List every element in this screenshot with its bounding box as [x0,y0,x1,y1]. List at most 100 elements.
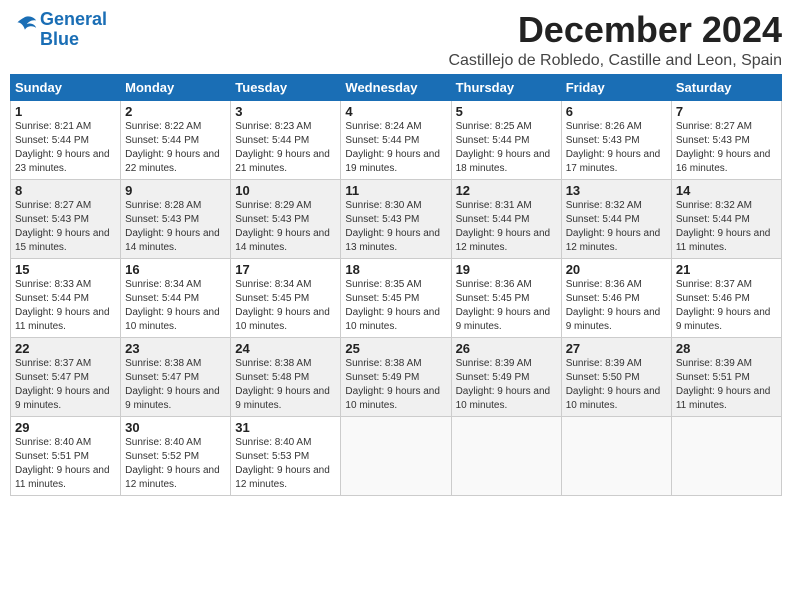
sunrise-label: Sunrise: 8:34 AM [125,279,201,290]
sunset-label: Sunset: 5:45 PM [456,293,530,304]
logo-text: General Blue [40,10,107,50]
calendar-cell: 23 Sunrise: 8:38 AM Sunset: 5:47 PM Dayl… [121,337,231,416]
sunset-label: Sunset: 5:49 PM [345,372,419,383]
day-info: Sunrise: 8:40 AM Sunset: 5:52 PM Dayligh… [125,436,226,492]
calendar-cell: 7 Sunrise: 8:27 AM Sunset: 5:43 PM Dayli… [671,100,781,179]
sunrise-label: Sunrise: 8:37 AM [15,358,91,369]
day-number: 16 [125,262,226,277]
calendar-week-row: 8 Sunrise: 8:27 AM Sunset: 5:43 PM Dayli… [11,179,782,258]
sunrise-label: Sunrise: 8:38 AM [235,358,311,369]
calendar-cell: 28 Sunrise: 8:39 AM Sunset: 5:51 PM Dayl… [671,337,781,416]
day-info: Sunrise: 8:33 AM Sunset: 5:44 PM Dayligh… [15,278,116,334]
calendar-cell: 31 Sunrise: 8:40 AM Sunset: 5:53 PM Dayl… [231,416,341,495]
logo-line1: General [40,9,107,29]
calendar-cell: 11 Sunrise: 8:30 AM Sunset: 5:43 PM Dayl… [341,179,451,258]
calendar-cell: 15 Sunrise: 8:33 AM Sunset: 5:44 PM Dayl… [11,258,121,337]
sunset-label: Sunset: 5:44 PM [345,135,419,146]
title-block: December 2024 Castillejo de Robledo, Cas… [448,10,782,70]
calendar-cell: 30 Sunrise: 8:40 AM Sunset: 5:52 PM Dayl… [121,416,231,495]
day-number: 20 [566,262,667,277]
day-info: Sunrise: 8:38 AM Sunset: 5:47 PM Dayligh… [125,357,226,413]
calendar-cell [561,416,671,495]
sunrise-label: Sunrise: 8:27 AM [676,121,752,132]
day-number: 4 [345,104,446,119]
calendar-header-sunday: Sunday [11,74,121,100]
day-number: 27 [566,341,667,356]
calendar-cell: 29 Sunrise: 8:40 AM Sunset: 5:51 PM Dayl… [11,416,121,495]
calendar-cell: 10 Sunrise: 8:29 AM Sunset: 5:43 PM Dayl… [231,179,341,258]
sunrise-label: Sunrise: 8:34 AM [235,279,311,290]
daylight-label: Daylight: 9 hours and 14 minutes. [125,228,220,253]
day-info: Sunrise: 8:37 AM Sunset: 5:47 PM Dayligh… [15,357,116,413]
calendar-cell: 24 Sunrise: 8:38 AM Sunset: 5:48 PM Dayl… [231,337,341,416]
daylight-label: Daylight: 9 hours and 9 minutes. [676,307,771,332]
sunset-label: Sunset: 5:48 PM [235,372,309,383]
calendar-cell: 20 Sunrise: 8:36 AM Sunset: 5:46 PM Dayl… [561,258,671,337]
location-title: Castillejo de Robledo, Castille and Leon… [448,52,782,70]
day-info: Sunrise: 8:32 AM Sunset: 5:44 PM Dayligh… [566,199,667,255]
day-info: Sunrise: 8:21 AM Sunset: 5:44 PM Dayligh… [15,120,116,176]
daylight-label: Daylight: 9 hours and 22 minutes. [125,149,220,174]
daylight-label: Daylight: 9 hours and 23 minutes. [15,149,110,174]
calendar-cell: 6 Sunrise: 8:26 AM Sunset: 5:43 PM Dayli… [561,100,671,179]
day-number: 29 [15,420,116,435]
calendar-cell: 25 Sunrise: 8:38 AM Sunset: 5:49 PM Dayl… [341,337,451,416]
sunrise-label: Sunrise: 8:26 AM [566,121,642,132]
day-info: Sunrise: 8:31 AM Sunset: 5:44 PM Dayligh… [456,199,557,255]
calendar-cell: 1 Sunrise: 8:21 AM Sunset: 5:44 PM Dayli… [11,100,121,179]
sunrise-label: Sunrise: 8:38 AM [345,358,421,369]
daylight-label: Daylight: 9 hours and 11 minutes. [15,307,110,332]
day-info: Sunrise: 8:36 AM Sunset: 5:46 PM Dayligh… [566,278,667,334]
sunset-label: Sunset: 5:44 PM [15,293,89,304]
daylight-label: Daylight: 9 hours and 10 minutes. [456,386,551,411]
daylight-label: Daylight: 9 hours and 12 minutes. [125,465,220,490]
day-number: 2 [125,104,226,119]
day-info: Sunrise: 8:26 AM Sunset: 5:43 PM Dayligh… [566,120,667,176]
sunrise-label: Sunrise: 8:31 AM [456,200,532,211]
sunset-label: Sunset: 5:44 PM [235,135,309,146]
daylight-label: Daylight: 9 hours and 9 minutes. [566,307,661,332]
daylight-label: Daylight: 9 hours and 9 minutes. [456,307,551,332]
sunset-label: Sunset: 5:45 PM [345,293,419,304]
day-info: Sunrise: 8:30 AM Sunset: 5:43 PM Dayligh… [345,199,446,255]
day-info: Sunrise: 8:28 AM Sunset: 5:43 PM Dayligh… [125,199,226,255]
sunrise-label: Sunrise: 8:22 AM [125,121,201,132]
calendar-cell [451,416,561,495]
day-number: 6 [566,104,667,119]
daylight-label: Daylight: 9 hours and 10 minutes. [235,307,330,332]
day-number: 7 [676,104,777,119]
day-number: 17 [235,262,336,277]
sunrise-label: Sunrise: 8:32 AM [566,200,642,211]
sunrise-label: Sunrise: 8:36 AM [566,279,642,290]
day-info: Sunrise: 8:38 AM Sunset: 5:48 PM Dayligh… [235,357,336,413]
daylight-label: Daylight: 9 hours and 12 minutes. [566,228,661,253]
sunrise-label: Sunrise: 8:35 AM [345,279,421,290]
day-number: 24 [235,341,336,356]
day-number: 30 [125,420,226,435]
day-number: 12 [456,183,557,198]
month-title: December 2024 [448,10,782,50]
sunset-label: Sunset: 5:52 PM [125,451,199,462]
calendar-cell [341,416,451,495]
sunset-label: Sunset: 5:44 PM [566,214,640,225]
day-number: 23 [125,341,226,356]
day-number: 31 [235,420,336,435]
calendar-week-row: 22 Sunrise: 8:37 AM Sunset: 5:47 PM Dayl… [11,337,782,416]
sunrise-label: Sunrise: 8:39 AM [456,358,532,369]
sunset-label: Sunset: 5:53 PM [235,451,309,462]
daylight-label: Daylight: 9 hours and 10 minutes. [345,307,440,332]
sunrise-label: Sunrise: 8:29 AM [235,200,311,211]
sunrise-label: Sunrise: 8:39 AM [676,358,752,369]
daylight-label: Daylight: 9 hours and 21 minutes. [235,149,330,174]
day-info: Sunrise: 8:39 AM Sunset: 5:49 PM Dayligh… [456,357,557,413]
day-number: 28 [676,341,777,356]
sunset-label: Sunset: 5:51 PM [676,372,750,383]
calendar-week-row: 29 Sunrise: 8:40 AM Sunset: 5:51 PM Dayl… [11,416,782,495]
sunset-label: Sunset: 5:43 PM [125,214,199,225]
sunset-label: Sunset: 5:43 PM [235,214,309,225]
calendar-cell: 26 Sunrise: 8:39 AM Sunset: 5:49 PM Dayl… [451,337,561,416]
sunset-label: Sunset: 5:43 PM [345,214,419,225]
sunset-label: Sunset: 5:43 PM [676,135,750,146]
daylight-label: Daylight: 9 hours and 9 minutes. [125,386,220,411]
day-info: Sunrise: 8:40 AM Sunset: 5:51 PM Dayligh… [15,436,116,492]
